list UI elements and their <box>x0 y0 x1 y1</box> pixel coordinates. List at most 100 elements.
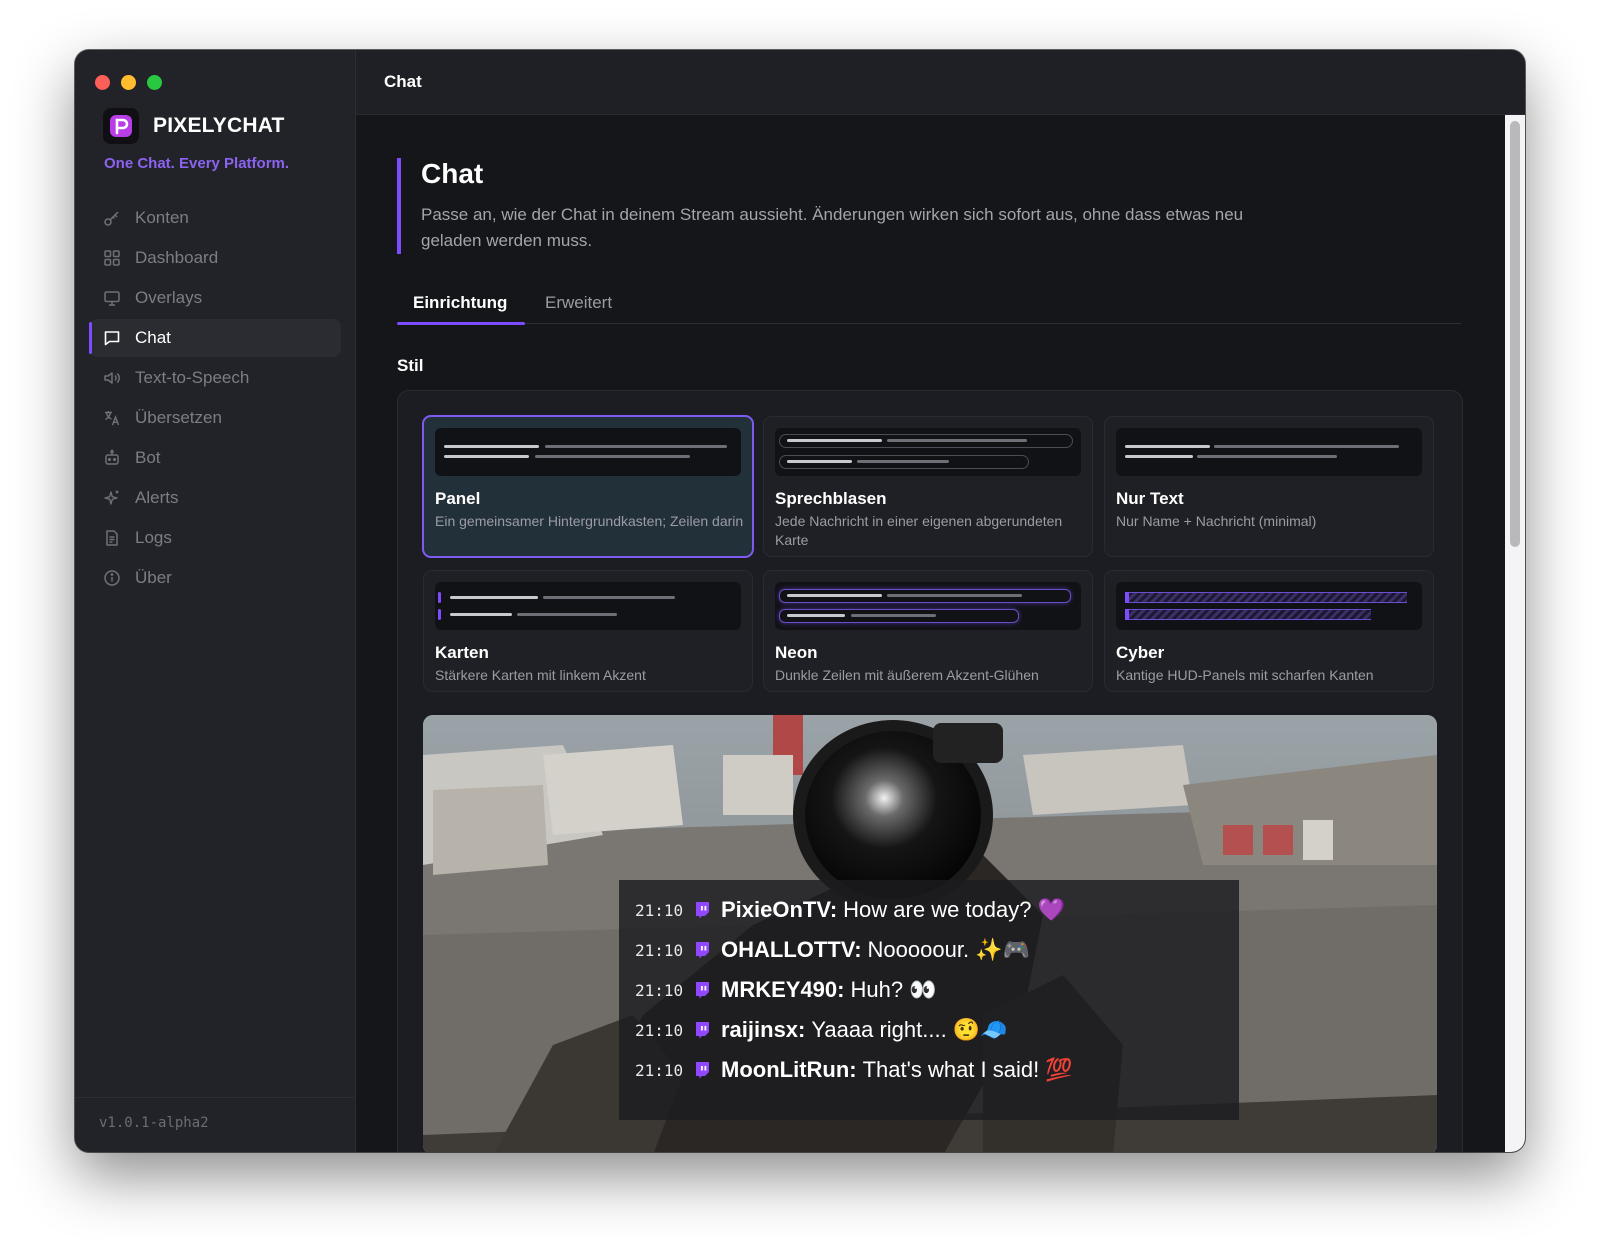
message-username: MoonLitRun: <box>721 1057 857 1082</box>
topbar-title: Chat <box>384 72 422 91</box>
sidebar-item-label: Chat <box>135 328 171 347</box>
sidebar-item-logs[interactable]: Logs <box>89 519 341 557</box>
sidebar-item-overlays[interactable]: Overlays <box>89 279 341 317</box>
sidebar-item-label: Logs <box>135 528 172 547</box>
style-card-title: Cyber <box>1116 643 1165 662</box>
app-version: v1.0.1-alpha2 <box>99 1115 209 1131</box>
brand-tagline: One Chat. Every Platform. <box>104 155 290 172</box>
chat-bubble-icon <box>103 329 121 347</box>
tab-einrichtung[interactable]: Einrichtung <box>413 293 507 313</box>
message-username: MRKEY490: <box>721 977 845 1002</box>
tab-erweitert[interactable]: Erweitert <box>545 293 612 313</box>
message-text: Nooooour. ✨🎮 <box>867 937 1030 962</box>
style-card-cyber[interactable]: Cyber Kantige HUD-Panels mit scharfen Ka… <box>1104 570 1434 692</box>
chat-preview-stream: 21:10 PixieOnTV: How are we today? 💜 21:… <box>423 715 1437 1152</box>
chat-message: 21:10 OHALLOTTV: Nooooour. ✨🎮 <box>635 936 1030 964</box>
sidebar-item-ueber[interactable]: Über <box>89 559 341 597</box>
chat-message: 21:10 MRKEY490: Huh? 👀 <box>635 976 937 1004</box>
message-text: Huh? 👀 <box>850 977 937 1002</box>
sidebar-item-dashboard[interactable]: Dashboard <box>89 239 341 277</box>
page-title: Chat <box>421 158 484 189</box>
message-text: That's what I said! 💯 <box>862 1057 1073 1082</box>
style-card-title: Nur Text <box>1116 489 1184 508</box>
sidebar-item-bot[interactable]: Bot <box>89 439 341 477</box>
sidebar-item-label: Dashboard <box>135 248 219 267</box>
sidebar-item-label: Über <box>135 568 172 587</box>
twitch-icon <box>693 1021 711 1039</box>
style-card-description: Ein gemeinsamer Hintergrundkasten; Zeile… <box>435 513 744 529</box>
message-time: 21:10 <box>635 980 684 1000</box>
sidebar-nav: Konten Dashboard Overlays Chat Text-to-S… <box>89 199 341 599</box>
chat-message: 21:10 raijinsx: Yaaaa right.... 🤨🧢 <box>635 1016 1008 1044</box>
page-description: Passe an, wie der Chat in deinem Stream … <box>421 205 1244 250</box>
message-time: 21:10 <box>635 1020 684 1040</box>
sidebar-item-alerts[interactable]: Alerts <box>89 479 341 517</box>
chat-message: 21:10 MoonLitRun: That's what I said! 💯 <box>635 1056 1073 1084</box>
maximize-window-button[interactable] <box>147 75 162 90</box>
app-window: PIXELYCHAT One Chat. Every Platform. Kon… <box>75 50 1525 1152</box>
style-card-title: Karten <box>435 643 489 662</box>
close-window-button[interactable] <box>95 75 110 90</box>
brand: PIXELYCHAT <box>103 108 285 144</box>
sidebar-item-konten[interactable]: Konten <box>89 199 341 237</box>
message-username: PixieOnTV: <box>721 897 838 922</box>
style-preview-panel <box>435 428 741 476</box>
sidebar-item-label: Text-to-Speech <box>135 368 250 387</box>
sidebar-footer: v1.0.1-alpha2 <box>75 1097 355 1152</box>
style-card-description: Jede Nachricht in einer eigenen abgerund… <box>775 513 1063 548</box>
style-card-title: Neon <box>775 643 818 662</box>
sidebar-item-chat[interactable]: Chat <box>89 319 341 357</box>
style-preview-karten <box>435 582 741 630</box>
twitch-icon <box>693 981 711 999</box>
style-preview-sprechblasen <box>775 428 1081 476</box>
message-time: 21:10 <box>635 900 684 920</box>
scrollbar-thumb[interactable] <box>1510 121 1520 547</box>
speaker-icon <box>103 369 121 387</box>
sparkle-icon <box>103 489 121 507</box>
style-card-karten[interactable]: Karten Stärkere Karten mit linkem Akzent <box>423 570 753 692</box>
twitch-icon <box>693 901 711 919</box>
section-label-stil: Stil <box>397 356 424 375</box>
message-time: 21:10 <box>635 1060 684 1080</box>
twitch-icon <box>693 941 711 959</box>
message-username: OHALLOTTV: <box>721 937 862 962</box>
info-icon <box>103 569 121 587</box>
sidebar-item-text-to-speech[interactable]: Text-to-Speech <box>89 359 341 397</box>
message-username: raijinsx: <box>721 1017 806 1042</box>
tab-bar: Einrichtung Erweitert <box>397 283 1461 325</box>
active-tab-indicator <box>397 322 525 325</box>
style-card-title: Panel <box>435 489 481 508</box>
message-text: How are we today? 💜 <box>843 897 1065 922</box>
sidebar-item-uebersetzen[interactable]: Übersetzen <box>89 399 341 437</box>
style-preview-cyber <box>1116 582 1422 630</box>
brand-name: PIXELYCHAT <box>153 114 285 137</box>
sidebar: PIXELYCHAT One Chat. Every Platform. Kon… <box>75 50 356 1152</box>
style-preview-nur-text <box>1116 428 1422 476</box>
style-card-description: Kantige HUD-Panels mit scharfen Kanten <box>1116 667 1374 683</box>
content-scrollbar[interactable] <box>1505 115 1525 1152</box>
style-card-neon[interactable]: Neon Dunkle Zeilen mit äußerem Akzent-Gl… <box>763 570 1093 692</box>
style-card-title: Sprechblasen <box>775 489 887 508</box>
style-card-sprechblasen[interactable]: Sprechblasen Jede Nachricht in einer eig… <box>763 416 1093 557</box>
sidebar-item-label: Alerts <box>135 488 179 507</box>
style-card-nur-text[interactable]: Nur Text Nur Name + Nachricht (minimal) <box>1104 416 1434 557</box>
sidebar-item-label: Konten <box>135 208 189 227</box>
sidebar-item-label: Overlays <box>135 288 203 307</box>
style-card-panel[interactable]: Panel Ein gemeinsamer Hintergrundkasten;… <box>422 415 754 558</box>
window-controls <box>95 75 162 90</box>
chat-overlay-panel: 21:10 PixieOnTV: How are we today? 💜 21:… <box>619 880 1239 1120</box>
robot-icon <box>103 449 121 467</box>
twitch-icon <box>693 1061 711 1079</box>
key-icon <box>103 209 121 227</box>
style-preview-neon <box>775 582 1081 630</box>
style-card-description: Dunkle Zeilen mit äußerem Akzent-Glühen <box>775 667 1039 683</box>
sidebar-item-label: Bot <box>135 448 161 467</box>
minimize-window-button[interactable] <box>121 75 136 90</box>
message-text: Yaaaa right.... 🤨🧢 <box>811 1017 1008 1042</box>
style-picker-panel: Panel Ein gemeinsamer Hintergrundkasten;… <box>397 390 1463 1152</box>
sidebar-item-label: Übersetzen <box>135 408 222 427</box>
document-icon <box>103 529 121 547</box>
topbar: Chat <box>356 50 1525 115</box>
monitor-icon <box>103 289 121 307</box>
grid-icon <box>103 249 121 267</box>
